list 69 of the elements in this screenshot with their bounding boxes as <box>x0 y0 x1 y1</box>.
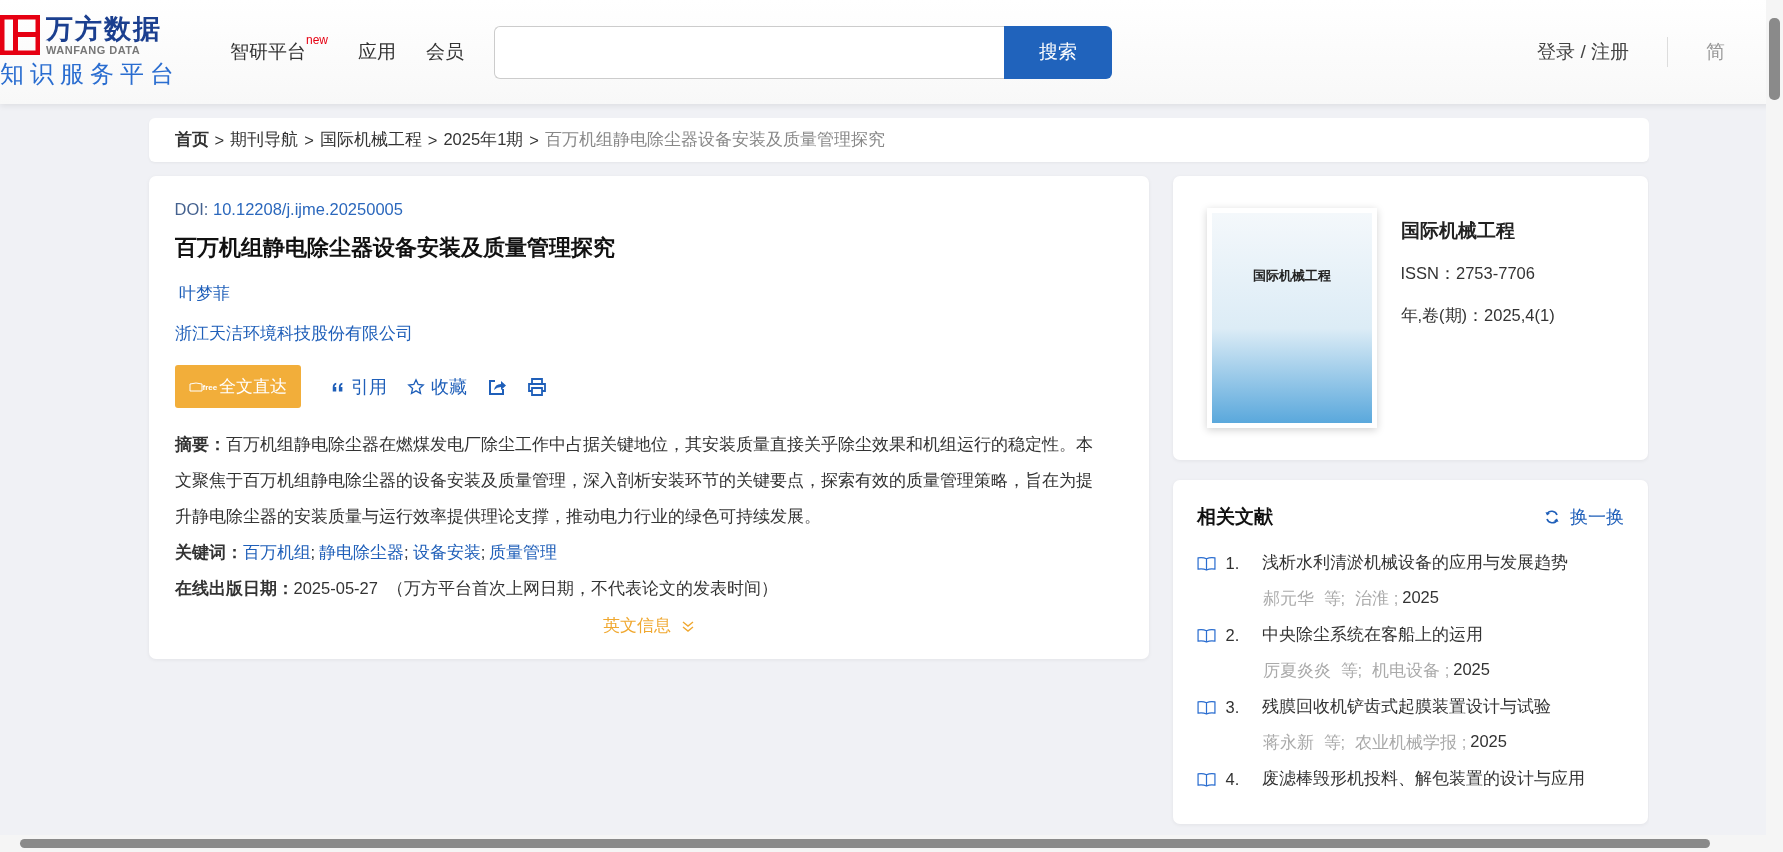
doi-label: DOI: <box>174 200 209 218</box>
logo-english: WANFANG DATA <box>46 44 142 56</box>
refresh-link[interactable]: 换一换 <box>1543 505 1624 529</box>
paper-source: 机电设备 ; <box>1372 660 1450 681</box>
et-al-text: 等; <box>1340 660 1363 681</box>
et-al-text: 等; <box>1323 588 1346 609</box>
open-book-icon <box>1196 699 1216 715</box>
paper-year: 2025 <box>1402 588 1439 608</box>
et-al-text: 等; <box>1323 732 1346 753</box>
item-number: 4. <box>1225 769 1241 789</box>
volume-text: 年,卷(期)：2025,4(1) <box>1400 305 1555 326</box>
journal-name: 国际机械工程 <box>1400 219 1516 243</box>
current-page-label: 百万机组静电除尘器设备安装及质量管理探究 <box>544 129 885 150</box>
keyword-link[interactable]: 静电除尘器 <box>319 543 405 561</box>
refresh-icon <box>1543 509 1560 525</box>
favorite-link[interactable]: 收藏 <box>407 374 468 399</box>
related-paper-link[interactable]: 残膜回收机铲齿式起膜装置设计与试验 <box>1261 696 1551 718</box>
related-paper-link[interactable]: 浅析水利清淤机械设备的应用与发展趋势 <box>1261 552 1568 574</box>
breadcrumb-link[interactable]: 国际机械工程 <box>319 129 422 151</box>
login-register-link[interactable]: 登录 / 注册 <box>1537 39 1629 65</box>
star-icon <box>407 377 426 396</box>
print-button[interactable] <box>527 376 548 397</box>
open-book-icon <box>1196 627 1216 643</box>
article-title: 百万机组静电除尘器设备安装及质量管理探究 <box>174 234 616 262</box>
logo-name: 万方数据 <box>46 14 162 44</box>
paper-authors: 厉夏炎炎 <box>1262 660 1331 681</box>
breadcrumb-link[interactable]: 期刊导航 <box>230 129 299 151</box>
keyword-link[interactable]: 百万机组 <box>242 543 311 561</box>
nav-link[interactable]: 会员 <box>426 39 464 65</box>
paper-source: 农业机械学报 ; <box>1355 732 1467 753</box>
logo-mark-icon <box>0 15 40 55</box>
open-book-icon <box>1196 555 1216 571</box>
keyword-link[interactable]: 质量管理 <box>489 543 558 561</box>
logo-subtitle: 知识服务平台 <box>0 59 181 89</box>
item-number: 3. <box>1225 697 1241 717</box>
item-number: 2. <box>1225 625 1241 645</box>
open-book-icon <box>1196 771 1216 787</box>
doi-link[interactable]: 10.12208/j.ijme.20250005 <box>213 200 403 218</box>
keyword-separator: ; <box>404 543 409 561</box>
section-title: 相关文献 <box>1196 505 1273 529</box>
breadcrumb-link[interactable]: 首页 <box>174 129 209 151</box>
breadcrumb-separator: > <box>427 130 438 150</box>
keyword-link[interactable]: 设备安装 <box>412 543 481 561</box>
paper-year: 2025 <box>1470 732 1507 752</box>
nav-link[interactable]: 应用 <box>358 39 396 65</box>
horizontal-scrollbar[interactable] <box>0 835 1766 852</box>
breadcrumb-separator: > <box>529 130 539 150</box>
affiliation-link[interactable]: 浙江天洁环境科技股份有限公司 <box>174 324 413 342</box>
online-date-text: 在线出版日期：2025-05-27 （万方平台首次上网日期，不代表论文的发表时间） <box>174 578 780 599</box>
abstract-text: 摘要：百万机组静电除尘器在燃煤发电厂除尘工作中占据关键地位，其安装质量直接关乎除尘效果和机组运行的稳定性。本文聚焦于百万机组静电除尘器的设备安装及质量管理，深入剖析安装环节的关键要点，探索有效的质量管理策略，旨在为提升静电除尘器的安装质量与运行效率提供理论支撑，推动电力行业的绿色可持续发展。 <box>174 434 1094 527</box>
author-link[interactable]: 叶梦菲 <box>178 284 230 302</box>
item-number: 1. <box>1225 553 1241 573</box>
search-button[interactable]: 搜索 <box>1004 25 1112 79</box>
paper-authors: 郝元华 <box>1262 588 1314 609</box>
issn-text: ISSN：2753-7706 <box>1400 263 1536 284</box>
breadcrumb-link[interactable]: 2025年1期 <box>443 129 524 151</box>
keyword-separator: ; <box>310 543 316 561</box>
keywords-label: 关键词： <box>174 543 243 561</box>
keyword-separator: ; <box>480 543 486 561</box>
vertical-scrollbar[interactable] <box>1766 0 1783 852</box>
paper-year: 2025 <box>1453 660 1490 680</box>
related-paper-link[interactable]: 废滤棒毁形机投料、解包装置的设计与应用 <box>1261 768 1585 790</box>
cite-link[interactable]: 引用 <box>331 374 388 399</box>
related-paper-link[interactable]: 中央除尘系统在客船上的运用 <box>1261 624 1483 646</box>
search-field[interactable] <box>494 25 1004 79</box>
breadcrumb-separator: > <box>304 130 314 150</box>
paper-authors: 蒋永新 <box>1262 732 1314 753</box>
paper-source: 治淮 ; <box>1355 588 1399 609</box>
breadcrumb-separator: > <box>214 130 225 150</box>
